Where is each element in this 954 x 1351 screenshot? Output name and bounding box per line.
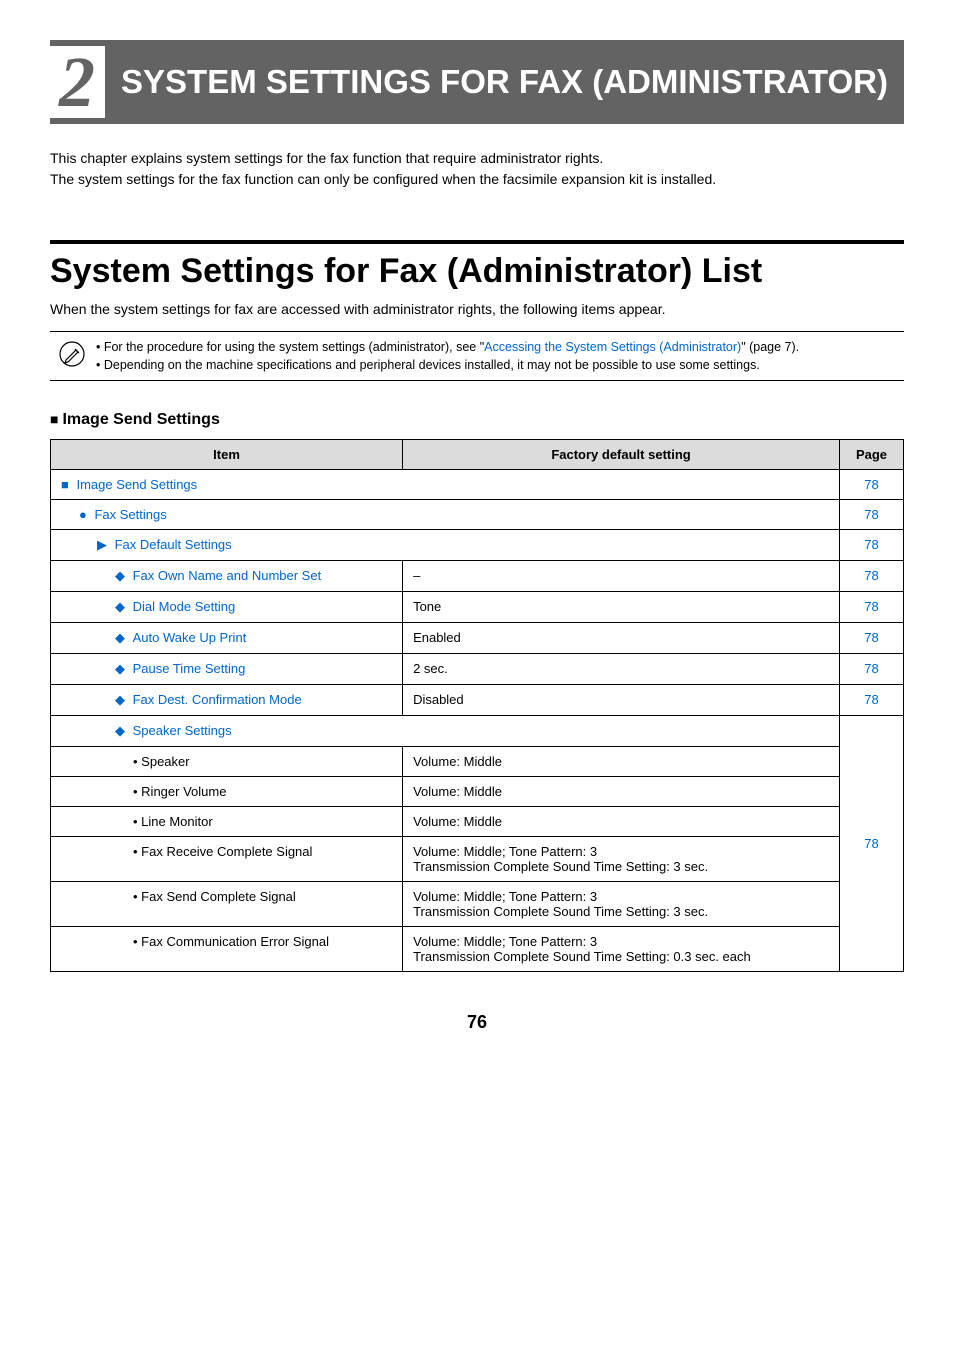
factory-cell: Disabled bbox=[403, 685, 840, 716]
table-row: ■ Image Send Settings78 bbox=[51, 470, 904, 500]
factory-cell: Volume: Middle bbox=[403, 747, 840, 777]
item-cell[interactable]: ◆ Speaker Settings bbox=[51, 716, 840, 747]
intro-paragraph: This chapter explains system settings fo… bbox=[50, 148, 904, 190]
chapter-banner: 2 SYSTEM SETTINGS FOR FAX (ADMINISTRATOR… bbox=[50, 40, 904, 124]
table-header-row: Item Factory default setting Page bbox=[51, 440, 904, 470]
item-cell[interactable]: ◆ Dial Mode Setting bbox=[51, 592, 403, 623]
page-cell[interactable]: 78 bbox=[840, 500, 904, 530]
table-row: ● Fax Settings78 bbox=[51, 500, 904, 530]
item-cell[interactable]: ◆ Pause Time Setting bbox=[51, 654, 403, 685]
page-cell[interactable]: 78 bbox=[840, 470, 904, 500]
item-cell: • Line Monitor bbox=[51, 807, 403, 837]
intro-line-2: The system settings for the fax function… bbox=[50, 171, 716, 187]
item-cell: • Fax Communication Error Signal bbox=[51, 927, 403, 972]
table-row: ◆ Fax Own Name and Number Set–78 bbox=[51, 561, 904, 592]
item-cell: • Ringer Volume bbox=[51, 777, 403, 807]
section-rule bbox=[50, 240, 904, 244]
table-row: • Fax Communication Error SignalVolume: … bbox=[51, 927, 904, 972]
item-cell[interactable]: ◆ Fax Own Name and Number Set bbox=[51, 561, 403, 592]
factory-cell: Volume: Middle bbox=[403, 807, 840, 837]
header-item: Item bbox=[51, 440, 403, 470]
chapter-title: SYSTEM SETTINGS FOR FAX (ADMINISTRATOR) bbox=[105, 63, 888, 101]
item-cell[interactable]: ■ Image Send Settings bbox=[51, 470, 840, 500]
section-subtitle: When the system settings for fax are acc… bbox=[50, 301, 904, 317]
note-bullet-1-suffix: " (page 7). bbox=[741, 340, 799, 354]
page-cell[interactable]: 78 bbox=[840, 716, 904, 972]
item-cell[interactable]: ● Fax Settings bbox=[51, 500, 840, 530]
note-bullet-2: • Depending on the machine specification… bbox=[96, 358, 760, 372]
table-row: ▶ Fax Default Settings78 bbox=[51, 530, 904, 561]
chapter-number: 2 bbox=[49, 46, 105, 118]
table-row: • Line MonitorVolume: Middle bbox=[51, 807, 904, 837]
item-cell[interactable]: ◆ Auto Wake Up Print bbox=[51, 623, 403, 654]
table-row: ◆ Auto Wake Up PrintEnabled78 bbox=[51, 623, 904, 654]
page-cell[interactable]: 78 bbox=[840, 623, 904, 654]
table-row: ◆ Dial Mode SettingTone78 bbox=[51, 592, 904, 623]
page-number: 76 bbox=[50, 1012, 904, 1033]
table-row: • Ringer VolumeVolume: Middle bbox=[51, 777, 904, 807]
page-cell[interactable]: 78 bbox=[840, 654, 904, 685]
pencil-icon bbox=[58, 340, 86, 373]
factory-cell: – bbox=[403, 561, 840, 592]
subhead-text: Image Send Settings bbox=[62, 411, 219, 428]
table-row: • Fax Receive Complete SignalVolume: Mid… bbox=[51, 837, 904, 882]
item-cell: • Fax Send Complete Signal bbox=[51, 882, 403, 927]
item-cell[interactable]: ▶ Fax Default Settings bbox=[51, 530, 840, 561]
settings-table: Item Factory default setting Page ■ Imag… bbox=[50, 439, 904, 972]
page-cell[interactable]: 78 bbox=[840, 685, 904, 716]
table-row: ◆ Speaker Settings78 bbox=[51, 716, 904, 747]
item-cell: • Speaker bbox=[51, 747, 403, 777]
item-cell[interactable]: ◆ Fax Dest. Confirmation Mode bbox=[51, 685, 403, 716]
section-title: System Settings for Fax (Administrator) … bbox=[50, 252, 904, 291]
factory-cell: Volume: Middle; Tone Pattern: 3 Transmis… bbox=[403, 837, 840, 882]
note-bullet-1-prefix: • For the procedure for using the system… bbox=[96, 340, 484, 354]
table-row: • Fax Send Complete SignalVolume: Middle… bbox=[51, 882, 904, 927]
table-row: • SpeakerVolume: Middle bbox=[51, 747, 904, 777]
note-text: • For the procedure for using the system… bbox=[96, 338, 799, 374]
page-cell[interactable]: 78 bbox=[840, 530, 904, 561]
factory-cell: 2 sec. bbox=[403, 654, 840, 685]
intro-line-1: This chapter explains system settings fo… bbox=[50, 150, 603, 166]
page-cell[interactable]: 78 bbox=[840, 592, 904, 623]
item-cell: • Fax Receive Complete Signal bbox=[51, 837, 403, 882]
factory-cell: Volume: Middle bbox=[403, 777, 840, 807]
factory-cell: Tone bbox=[403, 592, 840, 623]
factory-cell: Enabled bbox=[403, 623, 840, 654]
table-row: ◆ Fax Dest. Confirmation ModeDisabled78 bbox=[51, 685, 904, 716]
factory-cell: Volume: Middle; Tone Pattern: 3 Transmis… bbox=[403, 927, 840, 972]
note-link[interactable]: Accessing the System Settings (Administr… bbox=[484, 340, 741, 354]
table-subhead: ■Image Send Settings bbox=[50, 411, 904, 429]
header-page: Page bbox=[840, 440, 904, 470]
header-factory: Factory default setting bbox=[403, 440, 840, 470]
note-box: • For the procedure for using the system… bbox=[50, 331, 904, 381]
factory-cell: Volume: Middle; Tone Pattern: 3 Transmis… bbox=[403, 882, 840, 927]
square-bullet-icon: ■ bbox=[50, 411, 58, 427]
page-cell[interactable]: 78 bbox=[840, 561, 904, 592]
table-row: ◆ Pause Time Setting2 sec.78 bbox=[51, 654, 904, 685]
